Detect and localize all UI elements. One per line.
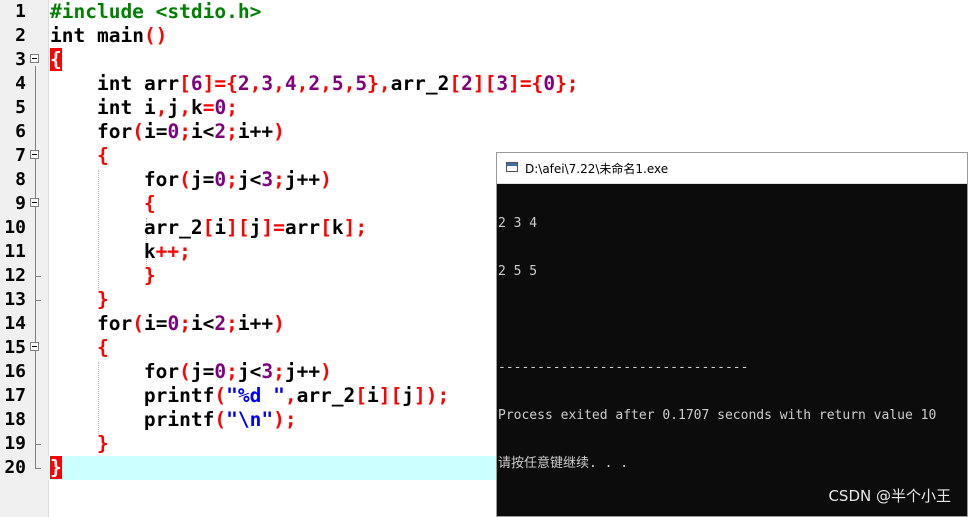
console-output-line: -------------------------------- [498, 360, 749, 375]
fold-toggle-icon[interactable] [30, 342, 39, 351]
code-text: arr_2[i][j]=arr[k]; [143, 216, 368, 239]
console-titlebar[interactable]: D:\afei\7.22\未命名1.exe [497, 153, 967, 184]
line-number: 14 [4, 313, 26, 334]
console-output-line: 请按任意键继续. . . [498, 456, 629, 471]
code-line[interactable]: 2 int main() [0, 24, 968, 48]
console-window[interactable]: D:\afei\7.22\未命名1.exe 2 3 4 2 5 5 ------… [496, 152, 968, 517]
code-text: int arr[6]={2,3,4,2,5,5},arr_2[2][3]={0}… [96, 72, 579, 95]
code-text: int i,j,k=0; [96, 96, 238, 119]
line-number: 19 [4, 433, 26, 454]
line-number: 16 [4, 361, 26, 382]
line-number: 10 [4, 217, 26, 238]
line-number: 4 [15, 73, 26, 94]
code-text: for(j=0;j<3;j++) [143, 360, 332, 383]
line-number: 2 [15, 25, 26, 46]
console-output-line: 2 3 4 [498, 216, 538, 231]
fold-end [35, 300, 41, 301]
code-text: k++; [143, 240, 191, 263]
console-output-line: 2 5 5 [498, 264, 538, 279]
code-text: } [143, 264, 156, 287]
code-line[interactable]: 4 int arr[6]={2,3,4,2,5,5},arr_2[2][3]={… [0, 72, 968, 96]
line-number: 15 [4, 337, 26, 358]
line-number: 6 [15, 121, 26, 142]
fold-toggle-icon[interactable] [30, 150, 39, 159]
code-text: { [143, 192, 156, 215]
line-number: 8 [15, 169, 26, 190]
line-number: 13 [4, 289, 26, 310]
code-text: printf("%d ",arr_2[i][j]); [143, 384, 450, 407]
code-text: { [96, 144, 109, 167]
line-number: 11 [4, 241, 26, 262]
console-app-icon [506, 162, 518, 172]
console-output-line [497, 312, 967, 328]
watermark: CSDN @半个小王 [828, 487, 951, 505]
code-text: for(i=0;i<2;i++) [96, 312, 285, 335]
line-number: 9 [15, 193, 26, 214]
fold-end [35, 444, 41, 445]
code-line[interactable]: 6 for(i=0;i<2;i++) [0, 120, 968, 144]
line-number: 20 [4, 457, 26, 478]
code-text: { [50, 48, 62, 71]
code-text: for(i=0;i<2;i++) [96, 120, 285, 143]
line-number: 1 [15, 1, 26, 22]
line-number: 12 [4, 265, 26, 286]
fold-toggle-icon[interactable] [30, 54, 39, 63]
code-text: } [50, 456, 62, 479]
fold-toggle-icon[interactable] [30, 198, 39, 207]
code-text: } [96, 432, 109, 455]
console-title: D:\afei\7.22\未命名1.exe [525, 162, 669, 176]
fold-end [35, 276, 41, 277]
line-number: 18 [4, 409, 26, 430]
code-line[interactable]: 3 { [0, 48, 968, 72]
code-line[interactable]: 5 int i,j,k=0; [0, 96, 968, 120]
line-number: 3 [15, 49, 26, 70]
code-text: for(j=0;j<3;j++) [143, 168, 332, 191]
code-text: #include <stdio.h> [50, 0, 262, 23]
line-number: 7 [15, 145, 26, 166]
code-text: int main() [50, 24, 168, 47]
console-output[interactable]: 2 3 4 2 5 5 ----------------------------… [497, 184, 967, 504]
line-number: 5 [15, 97, 26, 118]
line-number: 17 [4, 385, 26, 406]
code-text: printf("\n"); [143, 408, 297, 431]
code-text: } [96, 288, 109, 311]
code-line[interactable]: 1 #include <stdio.h> [0, 0, 968, 24]
code-text: { [96, 336, 109, 359]
console-output-line: Process exited after 0.1707 seconds with… [498, 408, 937, 423]
